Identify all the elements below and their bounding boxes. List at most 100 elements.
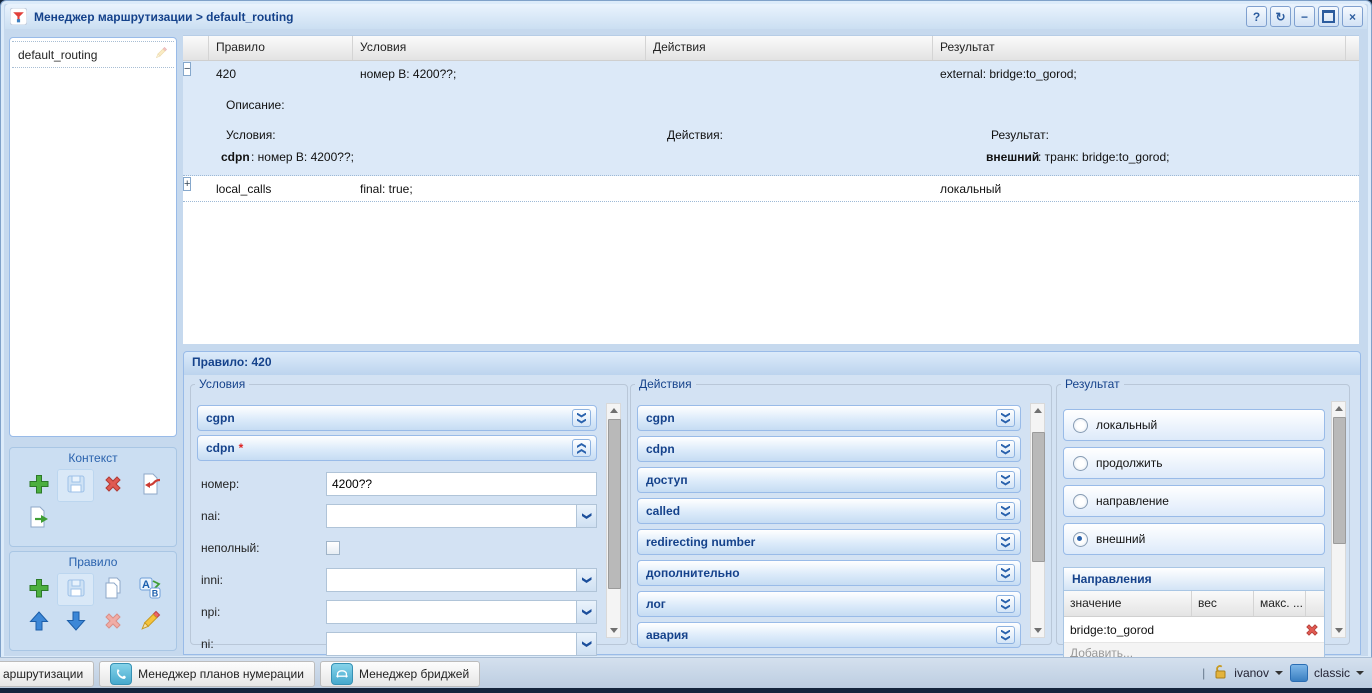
nomer-input[interactable] — [327, 473, 596, 495]
expand-row-icon[interactable]: + — [183, 177, 191, 191]
rule-move-down-button[interactable] — [57, 606, 94, 639]
taskbar-tab-bridges[interactable]: Менеджер бриджей — [320, 661, 480, 687]
refresh-button[interactable]: ↻ — [1270, 6, 1291, 27]
user-menu-button[interactable]: ivanov — [1212, 664, 1283, 683]
expand-panel-icon[interactable] — [572, 409, 591, 427]
scroll-down-icon[interactable] — [1332, 624, 1345, 637]
expand-panel-icon[interactable] — [996, 440, 1015, 458]
grid-header-actions[interactable]: Действия — [646, 36, 933, 60]
rule-toolbar: AB — [10, 569, 176, 639]
ni-combo-input[interactable] — [327, 633, 576, 655]
result-option-label: локальный — [1096, 418, 1157, 432]
result-option-prodolzhit[interactable]: продолжить — [1063, 447, 1325, 479]
expand-panel-icon[interactable] — [996, 502, 1015, 520]
rule-move-up-button[interactable] — [20, 606, 57, 639]
rule-save-button[interactable] — [57, 573, 94, 606]
nepolnyj-checkbox[interactable] — [326, 541, 340, 555]
maximize-button[interactable] — [1318, 6, 1339, 27]
expand-panel-icon[interactable] — [996, 595, 1015, 613]
actions-panel-cgpn[interactable]: cgpn — [637, 405, 1021, 431]
grid-header-conditions[interactable]: Условия — [353, 36, 646, 60]
rule-delete-button[interactable] — [94, 606, 131, 639]
result-scrollbar[interactable] — [1331, 401, 1346, 638]
scroll-thumb[interactable] — [608, 419, 621, 589]
taskbar-tab-numbering-plans[interactable]: Менеджер планов нумерации — [99, 661, 315, 687]
rule-add-button[interactable] — [20, 573, 57, 606]
scroll-thumb[interactable] — [1032, 432, 1045, 562]
directions-row[interactable]: bridge:to_gorod — [1064, 617, 1324, 643]
conditions-panel-cdpn[interactable]: cdpn * — [197, 435, 597, 461]
inni-combo-trigger[interactable] — [576, 569, 596, 591]
directions-col-value[interactable]: значение — [1064, 591, 1192, 616]
context-import-button[interactable] — [131, 469, 168, 502]
conditions-panel-cgpn[interactable]: cgpn — [197, 405, 597, 431]
rule-conditions-cell: final: true; — [353, 176, 646, 196]
grid-row-420[interactable]: − 420 номер B: 4200??; external: bridge:… — [183, 61, 1359, 176]
rule-rename-button[interactable]: AB — [131, 573, 168, 606]
scroll-down-icon[interactable] — [607, 624, 620, 637]
scroll-down-icon[interactable] — [1031, 624, 1044, 637]
actions-panel-dopolnitelno[interactable]: дополнительно — [637, 560, 1021, 586]
grid-row-local-calls[interactable]: + local_calls final: true; локальный — [183, 176, 1359, 202]
radio-icon[interactable] — [1073, 456, 1088, 471]
context-export-button[interactable] — [20, 502, 57, 535]
expand-panel-icon[interactable] — [996, 409, 1015, 427]
direction-value[interactable]: bridge:to_gorod — [1064, 623, 1303, 637]
theme-menu-button[interactable]: classic — [1290, 664, 1364, 682]
inni-combo-input[interactable] — [327, 569, 576, 591]
actions-scrollbar[interactable] — [1030, 403, 1045, 638]
delete-direction-icon[interactable] — [1303, 621, 1321, 639]
scroll-up-icon[interactable] — [607, 404, 620, 417]
grid-header-rule[interactable]: Правило — [209, 36, 353, 60]
result-option-lokalnyj[interactable]: локальный — [1063, 409, 1325, 441]
close-button[interactable]: × — [1342, 6, 1363, 27]
expand-panel-icon[interactable] — [996, 471, 1015, 489]
collapse-panel-icon[interactable] — [572, 439, 591, 457]
actions-panel-dostup[interactable]: доступ — [637, 467, 1021, 493]
scroll-thumb[interactable] — [1333, 417, 1346, 544]
nai-combo-trigger[interactable] — [576, 505, 596, 527]
context-list-item[interactable]: default_routing — [12, 41, 174, 68]
conditions-scrollbar[interactable] — [606, 403, 621, 638]
delete-icon — [101, 609, 125, 636]
npi-combo-input[interactable] — [327, 601, 576, 623]
radio-icon[interactable] — [1073, 494, 1088, 509]
context-delete-button[interactable] — [94, 469, 131, 502]
expand-panel-icon[interactable] — [996, 564, 1015, 582]
actions-panel-cdpn[interactable]: cdpn — [637, 436, 1021, 462]
arrow-up-icon — [27, 609, 51, 636]
nai-combo-input[interactable] — [327, 505, 576, 527]
expand-panel-icon[interactable] — [996, 626, 1015, 644]
rule-edit-button[interactable] — [131, 606, 168, 639]
minimize-button[interactable]: − — [1294, 6, 1315, 27]
chevron-down-icon — [1275, 671, 1283, 675]
scroll-up-icon[interactable] — [1031, 404, 1044, 417]
expand-panel-icon[interactable] — [996, 533, 1015, 551]
panel-label: cdpn — [206, 441, 235, 455]
directions-col-max[interactable]: макс. ... — [1254, 591, 1306, 616]
radio-icon[interactable] — [1073, 418, 1088, 433]
directions-col-weight[interactable]: вес — [1192, 591, 1254, 616]
save-icon — [64, 472, 88, 499]
actions-panel-log[interactable]: лог — [637, 591, 1021, 617]
help-button[interactable]: ? — [1246, 6, 1267, 27]
svg-text:A: A — [142, 579, 150, 591]
result-option-vneshnij[interactable]: внешний — [1063, 523, 1325, 555]
context-add-button[interactable] — [20, 469, 57, 502]
radio-icon[interactable] — [1073, 532, 1088, 547]
panel-label: called — [646, 504, 680, 518]
actions-panel-called[interactable]: called — [637, 498, 1021, 524]
arrow-down-icon — [64, 609, 88, 636]
edit-pencil-icon[interactable] — [154, 46, 168, 63]
npi-combo-trigger[interactable] — [576, 601, 596, 623]
context-save-button[interactable] — [57, 469, 94, 502]
actions-panel-redirecting-number[interactable]: redirecting number — [637, 529, 1021, 555]
collapse-row-icon[interactable]: − — [183, 62, 191, 76]
taskbar-tab-routing-manager[interactable]: аршрутизации — [0, 661, 94, 687]
grid-header-result[interactable]: Результат — [933, 36, 1346, 60]
result-option-napravlenie[interactable]: направление — [1063, 485, 1325, 517]
rule-copy-button[interactable] — [94, 573, 131, 606]
actions-panel-avaria[interactable]: авария — [637, 622, 1021, 648]
scroll-up-icon[interactable] — [1332, 402, 1345, 415]
ni-combo-trigger[interactable] — [576, 633, 596, 655]
